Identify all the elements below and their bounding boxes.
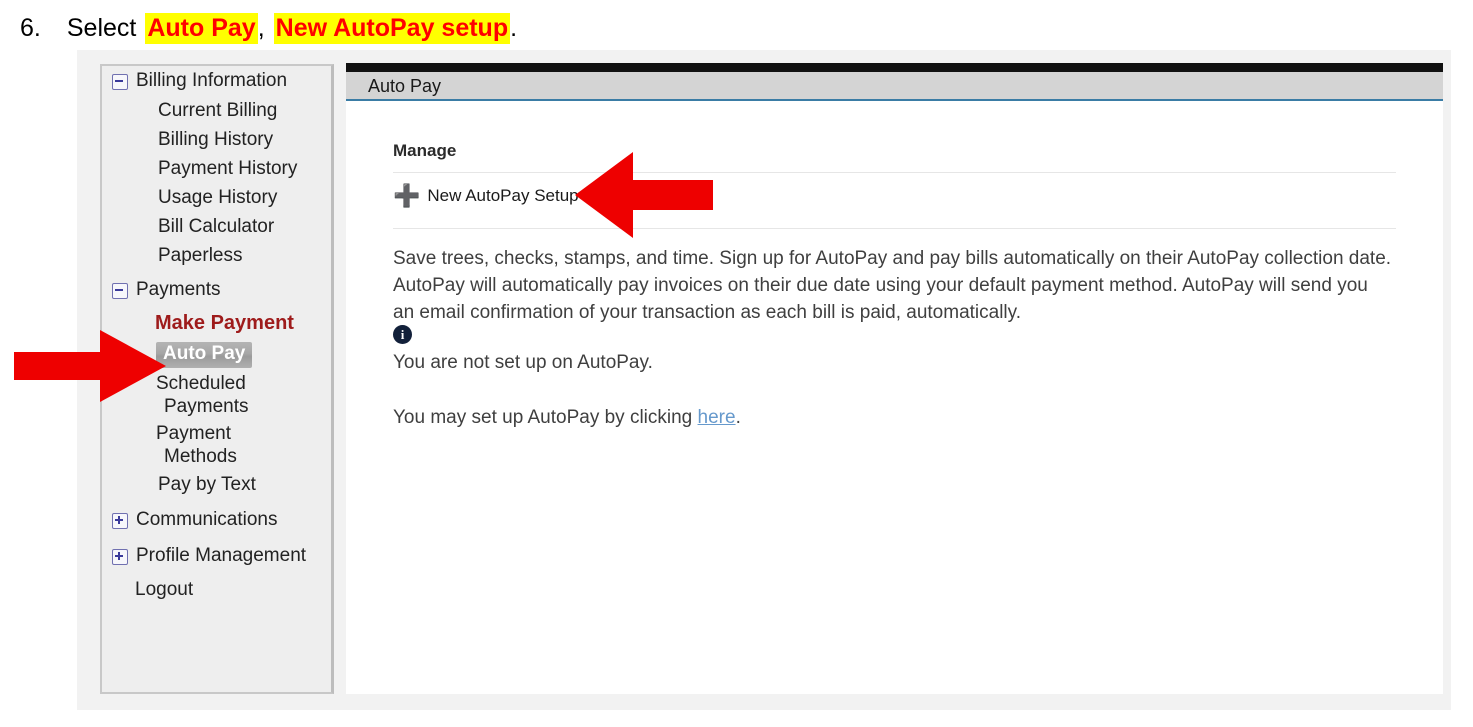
sidebar-item-bill-calculator[interactable]: Bill Calculator: [102, 212, 331, 241]
sidebar-item-usage-history[interactable]: Usage History: [102, 183, 331, 212]
autopay-status-text: You are not set up on AutoPay.: [393, 352, 653, 373]
minus-box-icon[interactable]: [112, 74, 128, 90]
sidebar-item-current-billing[interactable]: Current Billing: [102, 96, 331, 125]
instruction-line: 6. Select Auto Pay, New AutoPay setup.: [0, 0, 1473, 56]
new-autopay-setup-link[interactable]: ➕ New AutoPay Setup: [393, 183, 579, 208]
setup-hint-suffix: .: [735, 407, 741, 428]
instruction-highlight-new-autopay-setup: New AutoPay setup: [273, 12, 511, 44]
sidebar-item-pay-by-text[interactable]: Pay by Text: [102, 470, 331, 499]
autopay-setup-hint: You may set up AutoPay by clicking here.: [393, 407, 741, 429]
sidebar-group-billing-information[interactable]: Billing Information: [102, 66, 331, 96]
sidebar-item-auto-pay-label: Auto Pay: [156, 342, 253, 368]
info-status-row: i: [393, 325, 412, 344]
divider-top: [393, 172, 1396, 173]
sidebar-item-label-line2: Methods: [164, 446, 237, 467]
sidebar-item-label-line1: Scheduled: [156, 373, 246, 394]
sidebar-group-label: Profile Management: [136, 545, 307, 566]
divider-bottom: [393, 228, 1396, 229]
step-number: 6.: [20, 13, 41, 42]
setup-hint-prefix: You may set up AutoPay by clicking: [393, 407, 698, 428]
sidebar-group-label: Billing Information: [136, 70, 288, 91]
sidebar-item-logout[interactable]: Logout: [102, 571, 331, 604]
tab-auto-pay[interactable]: Auto Pay: [368, 76, 441, 97]
top-black-bar: [346, 63, 1443, 72]
sidebar-item-label-line1: Payment: [156, 423, 231, 444]
minus-box-icon[interactable]: [112, 283, 128, 299]
sidebar-item-payment-history[interactable]: Payment History: [102, 154, 331, 183]
instruction-separator: ,: [257, 13, 265, 42]
manage-heading: Manage: [393, 141, 457, 160]
sidebar-item-payment-methods[interactable]: Payment Methods: [102, 420, 331, 470]
sidebar-item-paperless[interactable]: Paperless: [102, 241, 331, 270]
sidebar-group-communications[interactable]: Communications: [102, 505, 331, 535]
instruction-lead: Select: [66, 13, 137, 42]
sidebar-item-billing-history[interactable]: Billing History: [102, 125, 331, 154]
tab-bar: Auto Pay: [346, 72, 1443, 101]
info-icon: i: [393, 325, 412, 344]
here-link[interactable]: here: [698, 407, 736, 428]
sidebar-group-profile-management[interactable]: Profile Management: [102, 541, 331, 571]
plus-box-icon[interactable]: [112, 549, 128, 565]
plus-icon: ➕: [393, 183, 421, 208]
content-body: Manage ➕ New AutoPay Setup Save trees, c…: [346, 103, 1443, 694]
instruction-trailing: .: [510, 13, 518, 42]
sidebar-group-label: Communications: [136, 509, 278, 530]
red-arrow-left-icon: [575, 152, 713, 238]
autopay-description: Save trees, checks, stamps, and time. Si…: [393, 248, 1392, 323]
instruction-highlight-auto-pay: Auto Pay: [145, 12, 258, 44]
sidebar-group-label: Payments: [136, 279, 221, 300]
new-autopay-setup-label: New AutoPay Setup: [427, 186, 579, 205]
plus-box-icon[interactable]: [112, 513, 128, 529]
red-arrow-right-icon: [14, 330, 166, 402]
content-panel: Auto Pay Manage ➕ New AutoPay Setup Save…: [346, 63, 1443, 694]
sidebar-group-payments[interactable]: Payments: [102, 275, 331, 305]
sidebar-item-label-line2: Payments: [164, 396, 249, 417]
